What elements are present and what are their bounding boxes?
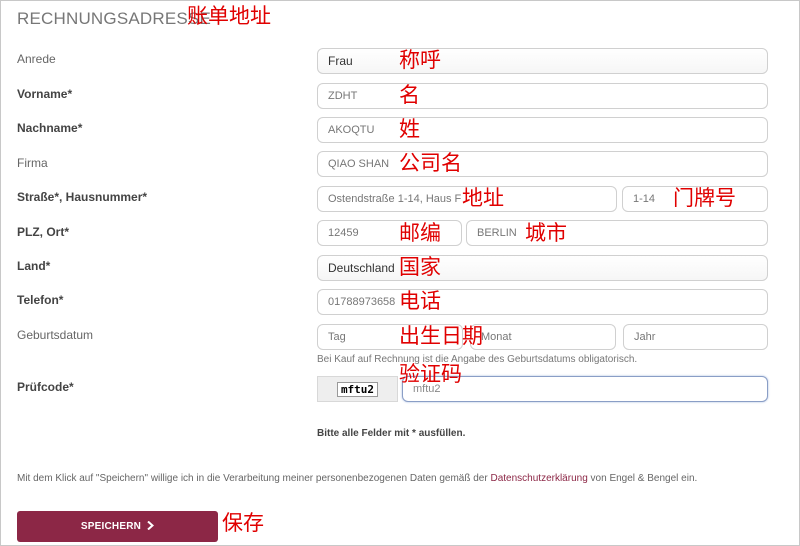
company-value: QIAO SHAN xyxy=(328,158,390,170)
captcha-label: Prüfcode* xyxy=(17,380,74,394)
city-input[interactable]: BERLIN xyxy=(466,220,768,246)
last-name-annotation: 姓 xyxy=(399,117,420,141)
house-number-annotation: 门牌号 xyxy=(673,186,736,210)
captcha-image: mftu2 xyxy=(317,376,398,402)
required-fields-note: Bitte alle Felder mit * ausfüllen. xyxy=(317,428,466,439)
company-input[interactable]: QIAO SHAN xyxy=(317,151,768,177)
save-annotation: 保存 xyxy=(222,511,264,535)
street-value: Ostendstraße 1-14, Haus F xyxy=(328,193,462,205)
country-select[interactable]: Deutschland xyxy=(317,255,768,281)
birth-year-placeholder: Jahr xyxy=(634,331,656,343)
company-annotation: 公司名 xyxy=(399,151,462,175)
save-button-label: SPEICHERN xyxy=(80,521,142,532)
salutation-value: Frau xyxy=(328,54,353,68)
consent-text: Mit dem Klick auf "Speichern" willige ic… xyxy=(17,473,697,484)
last-name-label: Nachname* xyxy=(17,121,83,135)
birth-day-placeholder: Tag xyxy=(328,331,346,343)
phone-value: 01788973658 xyxy=(328,296,396,308)
consent-text-after: von Engel & Bengel ein. xyxy=(587,473,698,484)
first-name-input[interactable]: ZDHT xyxy=(317,83,768,109)
city-value: BERLIN xyxy=(477,227,517,239)
company-label: Firma xyxy=(17,156,48,170)
captcha-image-text: mftu2 xyxy=(336,381,379,397)
street-annotation: 地址 xyxy=(462,186,504,210)
salutation-label: Anrede xyxy=(17,52,56,66)
birth-year-input[interactable]: Jahr xyxy=(623,324,768,350)
country-value: Deutschland xyxy=(328,261,395,275)
city-annotation: 城市 xyxy=(525,221,567,245)
captcha-annotation: 验证码 xyxy=(399,362,462,386)
birth-month-input[interactable]: Monat xyxy=(470,324,616,350)
first-name-label: Vorname* xyxy=(17,87,73,101)
street-label: Straße*, Hausnummer* xyxy=(17,190,148,204)
birthdate-label: Geburtsdatum xyxy=(17,328,94,342)
birth-month-placeholder: Monat xyxy=(481,331,512,343)
zip-value: 12459 xyxy=(328,227,359,239)
zip-city-label: PLZ, Ort* xyxy=(17,225,70,239)
last-name-value: AKOQTU xyxy=(328,124,375,136)
country-annotation: 国家 xyxy=(399,255,441,279)
birthdate-hint: Bei Kauf auf Rechnung ist die Angabe des… xyxy=(317,354,638,365)
section-title: RECHNUNGSADRESSE xyxy=(17,9,212,28)
first-name-value: ZDHT xyxy=(328,90,358,102)
save-button[interactable]: SPEICHERN xyxy=(17,511,218,542)
zip-annotation: 邮编 xyxy=(399,221,441,245)
privacy-policy-link[interactable]: Datenschutzerklärung xyxy=(490,473,587,484)
phone-label: Telefon* xyxy=(17,293,64,307)
house-number-value: 1-14 xyxy=(633,193,656,205)
consent-text-before: Mit dem Klick auf "Speichern" willige ic… xyxy=(17,473,491,484)
salutation-select[interactable]: Frau xyxy=(317,48,768,74)
birthdate-annotation: 出生日期 xyxy=(399,324,483,348)
chevron-right-icon xyxy=(147,520,155,533)
last-name-input[interactable]: AKOQTU xyxy=(317,117,768,143)
first-name-annotation: 名 xyxy=(399,83,420,107)
salutation-annotation: 称呼 xyxy=(399,48,441,72)
phone-annotation: 电话 xyxy=(399,289,441,313)
phone-input[interactable]: 01788973658 xyxy=(317,289,768,315)
country-label: Land* xyxy=(17,259,51,273)
section-title-annotation: 账单地址 xyxy=(187,4,271,28)
